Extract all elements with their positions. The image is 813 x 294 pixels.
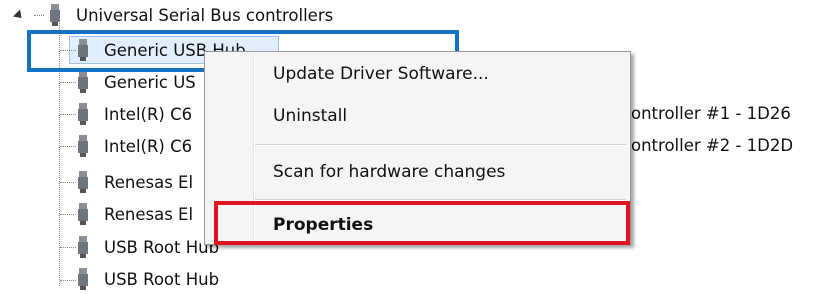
usb-connector-icon: [78, 71, 88, 93]
menu-item-uninstall[interactable]: Uninstall: [273, 106, 347, 126]
menu-separator: [255, 144, 626, 146]
menu-item-scan-hardware[interactable]: Scan for hardware changes: [273, 162, 505, 182]
usb-connector-icon: [78, 203, 88, 225]
tree-connector: [60, 114, 76, 115]
properties-annotation: [214, 201, 630, 245]
tree-connector: [60, 82, 76, 83]
usb-connector-icon: [78, 268, 88, 290]
device-label: USB Root Hub: [104, 269, 220, 289]
device-item-usb-root-hub-2[interactable]: USB Root Hub: [76, 264, 219, 294]
device-label-overflow: ontroller #1 - 1D26: [631, 104, 791, 123]
category-label: Universal Serial Bus controllers: [76, 5, 334, 25]
device-item-intel-controller-2[interactable]: Intel(R) C6: [76, 131, 192, 161]
device-item-renesas-1[interactable]: Renesas El: [76, 167, 193, 197]
tree-connector: [60, 182, 76, 183]
device-item-usb-root-hub-1[interactable]: USB Root Hub: [76, 232, 219, 262]
device-label: Renesas El: [104, 204, 194, 224]
device-label: Renesas El: [104, 172, 194, 192]
tree-connector: [60, 280, 76, 281]
tree-connector: [60, 214, 76, 215]
usb-connector-icon: [78, 236, 88, 258]
device-label: Generic US: [104, 72, 196, 92]
device-item-renesas-2[interactable]: Renesas El: [76, 199, 193, 229]
usb-connector-icon: [78, 103, 88, 125]
tree-connector: [60, 247, 76, 248]
usb-connector-icon: [78, 135, 88, 157]
device-label: Intel(R) C6: [104, 104, 193, 124]
device-label: Intel(R) C6: [104, 136, 193, 156]
device-label-overflow: ontroller #2 - 1D2D: [631, 136, 794, 155]
device-item-intel-controller-1[interactable]: Intel(R) C6: [76, 99, 192, 129]
tree-connector: [60, 146, 76, 147]
menu-item-update-driver[interactable]: Update Driver Software...: [273, 64, 489, 84]
device-label: USB Root Hub: [104, 237, 220, 257]
usb-connector-icon: [78, 171, 88, 193]
collapse-arrow-icon[interactable]: [12, 8, 26, 22]
